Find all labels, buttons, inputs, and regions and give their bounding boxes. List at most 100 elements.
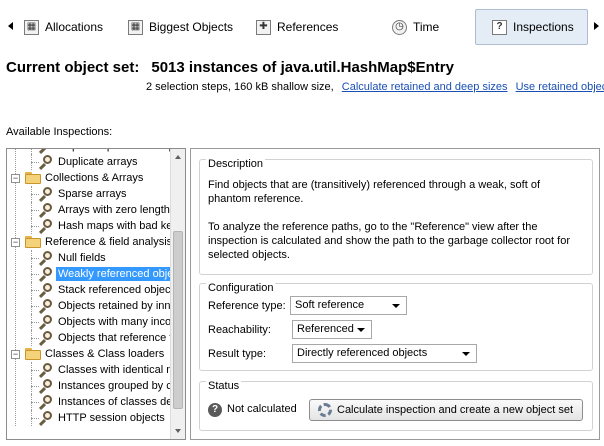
tree-inspection-item[interactable]: Hash maps with bad keys — [7, 218, 183, 235]
tree-node-label: Sparse arrays — [58, 188, 127, 200]
time-icon: ◷ — [392, 19, 407, 35]
tab-inspections[interactable]: ? Inspections — [475, 9, 588, 45]
description-line: To analyze the reference paths, go to th… — [208, 221, 538, 233]
tree-folder-node[interactable]: − Classes & Class loaders — [7, 346, 171, 362]
description-title: Description — [206, 158, 266, 170]
tree-connector — [31, 370, 39, 371]
tree-inspection-item[interactable]: Objects that reference themselves — [7, 330, 185, 347]
reachability-value: Referenced — [297, 323, 354, 335]
tree-folder-node[interactable]: − Reference & field analysis — [7, 234, 172, 250]
scroll-right-icon[interactable] — [594, 22, 599, 30]
tab-biggest-objects[interactable]: ▦ Biggest Objects — [124, 9, 242, 45]
reference-type-row: Reference type: Soft reference — [208, 296, 407, 315]
tree-connector — [31, 194, 39, 195]
tree-inspection-item[interactable]: HTTP session objects — [7, 410, 171, 427]
tree-connector — [31, 274, 39, 275]
tree-inspection-item[interactable]: Objects retained by inner classes — [7, 298, 185, 315]
scroll-down-icon[interactable] — [175, 429, 181, 433]
tree-inspection-item[interactable]: Instances grouped by class loader — [7, 378, 185, 395]
tree-node-label: Duplicate primitive wrappers — [56, 149, 185, 153]
tree-connector — [31, 282, 32, 298]
tree-connector — [31, 418, 39, 419]
tree-connector — [31, 226, 39, 227]
inspections-icon: ? — [492, 19, 507, 35]
description-line: selected objects. — [208, 249, 290, 261]
inspections-tree[interactable]: Duplicate primitive wrappers Duplicate ar… — [6, 148, 186, 440]
magnifier-icon — [38, 251, 54, 267]
reference-type-value: Soft reference — [295, 299, 365, 311]
tree-scrollbar[interactable] — [170, 149, 185, 439]
calculate-inspection-button[interactable]: Calculate inspection and create a new ob… — [309, 399, 583, 421]
current-object-set-title: Current object set: 5013 instances of jav… — [6, 59, 454, 76]
tree-connector — [31, 250, 32, 266]
tree-connector — [31, 378, 32, 394]
tree-inspection-item[interactable]: Weakly referenced objects — [7, 266, 185, 283]
chevron-down-icon — [357, 328, 365, 332]
collapse-toggle-icon[interactable]: − — [11, 350, 20, 359]
tab-references[interactable]: ✚ References — [252, 9, 362, 45]
folder-icon — [25, 236, 41, 248]
tree-node-label: Arrays with zero length — [58, 204, 170, 216]
magnifier-icon — [38, 299, 54, 315]
magnifier-icon — [38, 267, 54, 283]
tree-connector — [31, 386, 39, 387]
summary-text: 2 selection steps, 160 kB shallow size, — [146, 81, 334, 93]
tree-inspection-item[interactable]: Sparse arrays — [7, 186, 171, 203]
tree-connector — [31, 362, 32, 378]
inspection-details-panel: Description Find objects that are (trans… — [190, 148, 600, 440]
magnifier-icon — [38, 283, 54, 299]
available-inspections-label: Available Inspections: — [6, 126, 113, 138]
tree-connector — [31, 314, 32, 330]
tree-node-label: Classes & Class loaders — [45, 348, 165, 360]
tree-node-label: Stack referenced objects — [58, 284, 180, 296]
tree-connector — [31, 186, 32, 202]
tree-inspection-item[interactable]: Null fields — [7, 250, 171, 267]
object-set-summary: 2 selection steps, 160 kB shallow size, … — [146, 81, 604, 93]
tree-connector — [31, 290, 39, 291]
tree-inspection-item[interactable]: Duplicate arrays — [7, 154, 171, 171]
tree-node-label: Weakly referenced objects — [56, 267, 185, 281]
tree-inspection-item[interactable]: Classes with identical names — [7, 362, 185, 379]
magnifier-icon — [38, 203, 54, 219]
tree-node-label: Classes with identical names — [58, 364, 186, 376]
tree-folder-node[interactable]: − Collections & Arrays — [7, 170, 171, 186]
tab-allocations[interactable]: ▦ Allocations — [20, 9, 120, 45]
tree-connector — [31, 258, 39, 259]
tree-node-label: HTTP session objects — [58, 412, 165, 424]
object-set-description: 5013 instances of java.util.HashMap$Entr… — [151, 59, 454, 76]
tab-time[interactable]: ◷ Time — [388, 9, 458, 45]
tree-connector — [31, 162, 39, 163]
scroll-up-icon[interactable] — [175, 155, 181, 159]
tree-connector — [31, 410, 32, 426]
magnifier-icon — [38, 219, 54, 235]
result-type-label: Result type: — [208, 347, 267, 360]
tree-inspection-item[interactable]: Instances of classes defined in other lo… — [7, 394, 185, 411]
collapse-toggle-icon[interactable]: − — [11, 238, 20, 247]
use-retained-objects-link[interactable]: Use retained objects — [516, 81, 604, 93]
tab-allocations-label: Allocations — [45, 20, 104, 34]
biggest-objects-icon: ▦ — [128, 19, 143, 35]
reference-type-dropdown[interactable]: Soft reference — [290, 296, 407, 315]
tree-connector — [31, 306, 39, 307]
collapse-toggle-icon[interactable]: − — [11, 174, 20, 183]
tree-connector — [31, 322, 39, 323]
magnifier-icon — [38, 331, 54, 347]
tree-node-label: Objects retained by inner classes — [58, 300, 185, 312]
status-value: Not calculated — [227, 403, 297, 415]
magnifier-icon — [38, 379, 54, 395]
chevron-down-icon — [392, 304, 400, 308]
result-type-dropdown[interactable]: Directly referenced objects — [292, 344, 477, 363]
reachability-dropdown[interactable]: Referenced — [292, 320, 372, 339]
tree-connector — [31, 402, 39, 403]
tree-inspection-item[interactable]: Arrays with zero length — [7, 202, 171, 219]
result-type-value: Directly referenced objects — [297, 347, 428, 359]
calculate-retained-link[interactable]: Calculate retained and deep sizes — [342, 81, 508, 93]
references-icon: ✚ — [256, 19, 271, 35]
tree-inspection-item[interactable]: Objects with many incoming references — [7, 314, 185, 331]
scroll-left-icon[interactable] — [8, 22, 13, 30]
status-title: Status — [206, 380, 242, 392]
tree-inspection-item[interactable]: Stack referenced objects — [7, 282, 179, 299]
tree-connector — [31, 338, 39, 339]
scrollbar-thumb[interactable] — [173, 231, 183, 409]
tree-node-label: Hash maps with bad keys — [58, 220, 184, 232]
